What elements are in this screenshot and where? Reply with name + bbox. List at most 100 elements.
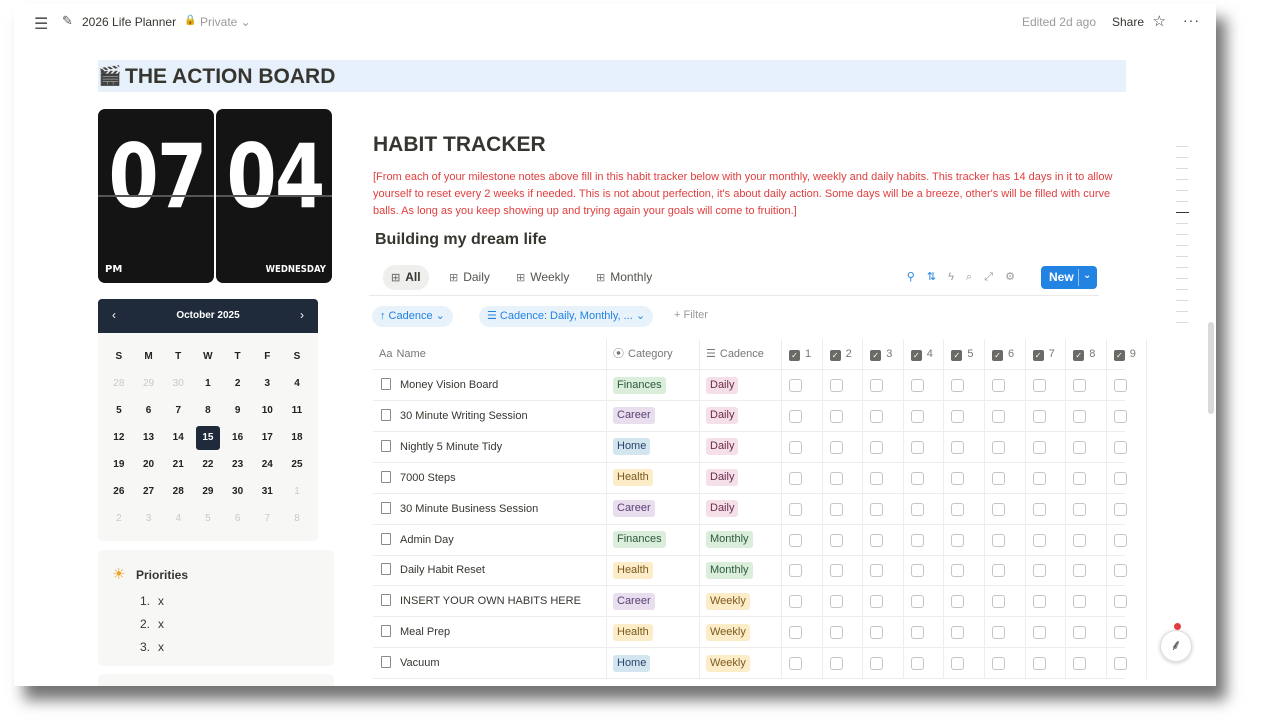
- habit-day-checkbox[interactable]: [1073, 379, 1087, 392]
- habit-day-checkbox[interactable]: [789, 440, 802, 454]
- filter-icon[interactable]: ⚲: [907, 271, 915, 283]
- column-header-day[interactable]: ✓ 6: [992, 339, 1014, 370]
- page-outline-indicator[interactable]: [1176, 146, 1190, 333]
- habit-day-checkbox[interactable]: [951, 471, 965, 485]
- habit-day-checkbox[interactable]: [951, 502, 965, 516]
- habit-day-checkbox[interactable]: [1073, 502, 1087, 516]
- category-cell[interactable]: Home: [613, 648, 651, 679]
- calendar-day[interactable]: 1: [193, 370, 223, 397]
- table-row[interactable]: Nightly 5 Minute Tidy Home Daily: [373, 431, 1148, 463]
- habit-name[interactable]: Vacuum: [381, 648, 440, 679]
- table-row[interactable]: 30 Minute Business Session Career Daily: [373, 493, 1148, 525]
- calendar-day[interactable]: 3: [252, 370, 282, 397]
- calendar-day[interactable]: 5: [104, 397, 134, 424]
- calendar-day[interactable]: 6: [223, 505, 253, 532]
- calendar-day[interactable]: 3: [134, 505, 164, 532]
- privacy-dropdown[interactable]: Private ⌄: [200, 15, 251, 29]
- habit-day-checkbox[interactable]: [789, 533, 802, 547]
- habit-day-checkbox[interactable]: [870, 440, 884, 454]
- habit-day-checkbox[interactable]: [870, 626, 884, 640]
- habit-day-checkbox[interactable]: [789, 502, 802, 516]
- category-cell[interactable]: Career: [613, 494, 655, 525]
- habit-day-checkbox[interactable]: [829, 409, 843, 423]
- habit-name[interactable]: Daily Habit Reset: [381, 555, 485, 586]
- category-cell[interactable]: Career: [613, 401, 655, 432]
- habit-day-checkbox[interactable]: [1113, 564, 1127, 578]
- calendar-day[interactable]: 14: [163, 424, 193, 451]
- calendar-day[interactable]: 8: [282, 505, 312, 532]
- calendar-day[interactable]: 2: [104, 505, 134, 532]
- habit-day-checkbox[interactable]: [951, 440, 965, 454]
- calendar-day[interactable]: 13: [134, 424, 164, 451]
- habit-day-checkbox[interactable]: [1073, 657, 1087, 671]
- habit-name[interactable]: Admin Day: [381, 525, 454, 556]
- calendar-day[interactable]: 7: [163, 397, 193, 424]
- calendar-day[interactable]: 29: [134, 370, 164, 397]
- habit-day-checkbox[interactable]: [992, 626, 1005, 640]
- category-cell[interactable]: Health: [613, 555, 653, 586]
- category-cell[interactable]: Finances: [613, 525, 666, 556]
- habit-name[interactable]: Nightly 5 Minute Tidy: [381, 432, 502, 463]
- habit-day-checkbox[interactable]: [992, 409, 1005, 423]
- more-icon[interactable]: ···: [1183, 12, 1200, 28]
- calendar-day[interactable]: 30: [163, 370, 193, 397]
- calendar-day[interactable]: 18: [282, 424, 312, 451]
- habit-day-checkbox[interactable]: [870, 502, 884, 516]
- chevron-down-icon[interactable]: ⌄: [1083, 270, 1091, 281]
- habit-day-checkbox[interactable]: [1113, 595, 1127, 609]
- cadence-cell[interactable]: Monthly: [706, 525, 753, 556]
- category-cell[interactable]: Career: [613, 586, 655, 617]
- calendar-day[interactable]: 28: [163, 478, 193, 505]
- habit-day-checkbox[interactable]: [910, 409, 924, 423]
- habit-day-checkbox[interactable]: [1032, 657, 1046, 671]
- habit-day-checkbox[interactable]: [829, 657, 843, 671]
- view-tab-all[interactable]: ⊞ All: [383, 265, 429, 290]
- settings-icon[interactable]: ⚙: [1005, 271, 1015, 283]
- habit-day-checkbox[interactable]: [951, 533, 965, 547]
- cadence-cell[interactable]: Daily: [706, 463, 739, 494]
- habit-name[interactable]: Money Vision Board: [381, 370, 498, 401]
- cadence-cell[interactable]: Weekly: [706, 648, 750, 679]
- habit-day-checkbox[interactable]: [1032, 595, 1046, 609]
- category-cell[interactable]: Home: [613, 432, 651, 463]
- cadence-filter-chip[interactable]: ☰ Cadence: Daily, Monthly, ... ⌄: [479, 306, 654, 327]
- habit-day-checkbox[interactable]: [951, 657, 965, 671]
- habit-day-checkbox[interactable]: [992, 502, 1005, 516]
- column-header-day[interactable]: ✓ 1: [789, 339, 811, 370]
- habit-day-checkbox[interactable]: [992, 440, 1005, 454]
- calendar-day-selected[interactable]: 15: [193, 424, 223, 451]
- calendar-day[interactable]: 4: [163, 505, 193, 532]
- calendar-day[interactable]: 9: [223, 397, 253, 424]
- habit-day-checkbox[interactable]: [910, 657, 924, 671]
- habit-name[interactable]: INSERT YOUR OWN HABITS HERE: [381, 586, 581, 617]
- habit-day-checkbox[interactable]: [951, 379, 965, 392]
- sort-chip[interactable]: ↑ Cadence ⌄: [372, 306, 453, 327]
- cadence-cell[interactable]: Daily: [706, 401, 739, 432]
- habit-day-checkbox[interactable]: [789, 626, 802, 640]
- calendar-day[interactable]: 27: [134, 478, 164, 505]
- habit-day-checkbox[interactable]: [1032, 626, 1046, 640]
- new-button[interactable]: New ⌄: [1041, 266, 1097, 289]
- habit-day-checkbox[interactable]: [789, 379, 802, 392]
- calendar-day[interactable]: 11: [282, 397, 312, 424]
- habit-day-checkbox[interactable]: [910, 440, 924, 454]
- habit-day-checkbox[interactable]: [1113, 657, 1127, 671]
- habit-day-checkbox[interactable]: [1073, 471, 1087, 485]
- habit-day-checkbox[interactable]: [1073, 409, 1087, 423]
- calendar-day[interactable]: 21: [163, 451, 193, 478]
- calendar-day[interactable]: 4: [282, 370, 312, 397]
- habit-day-checkbox[interactable]: [1032, 409, 1046, 423]
- column-header-day[interactable]: ✓ 8: [1073, 339, 1095, 370]
- habit-day-checkbox[interactable]: [1032, 502, 1046, 516]
- table-row[interactable]: 30 Minute Writing Session Career Daily: [373, 400, 1148, 432]
- category-cell[interactable]: Health: [613, 463, 653, 494]
- column-header-day[interactable]: ✓ 7: [1032, 339, 1055, 370]
- habit-day-checkbox[interactable]: [1032, 379, 1046, 392]
- cadence-cell[interactable]: Daily: [706, 432, 739, 463]
- share-button[interactable]: Share: [1112, 15, 1144, 29]
- table-row[interactable]: Meal Prep Health Weekly: [373, 617, 1148, 649]
- habit-day-checkbox[interactable]: [829, 595, 843, 609]
- habit-day-checkbox[interactable]: [870, 409, 884, 423]
- calendar-day[interactable]: 23: [223, 451, 253, 478]
- cadence-cell[interactable]: Monthly: [706, 555, 753, 586]
